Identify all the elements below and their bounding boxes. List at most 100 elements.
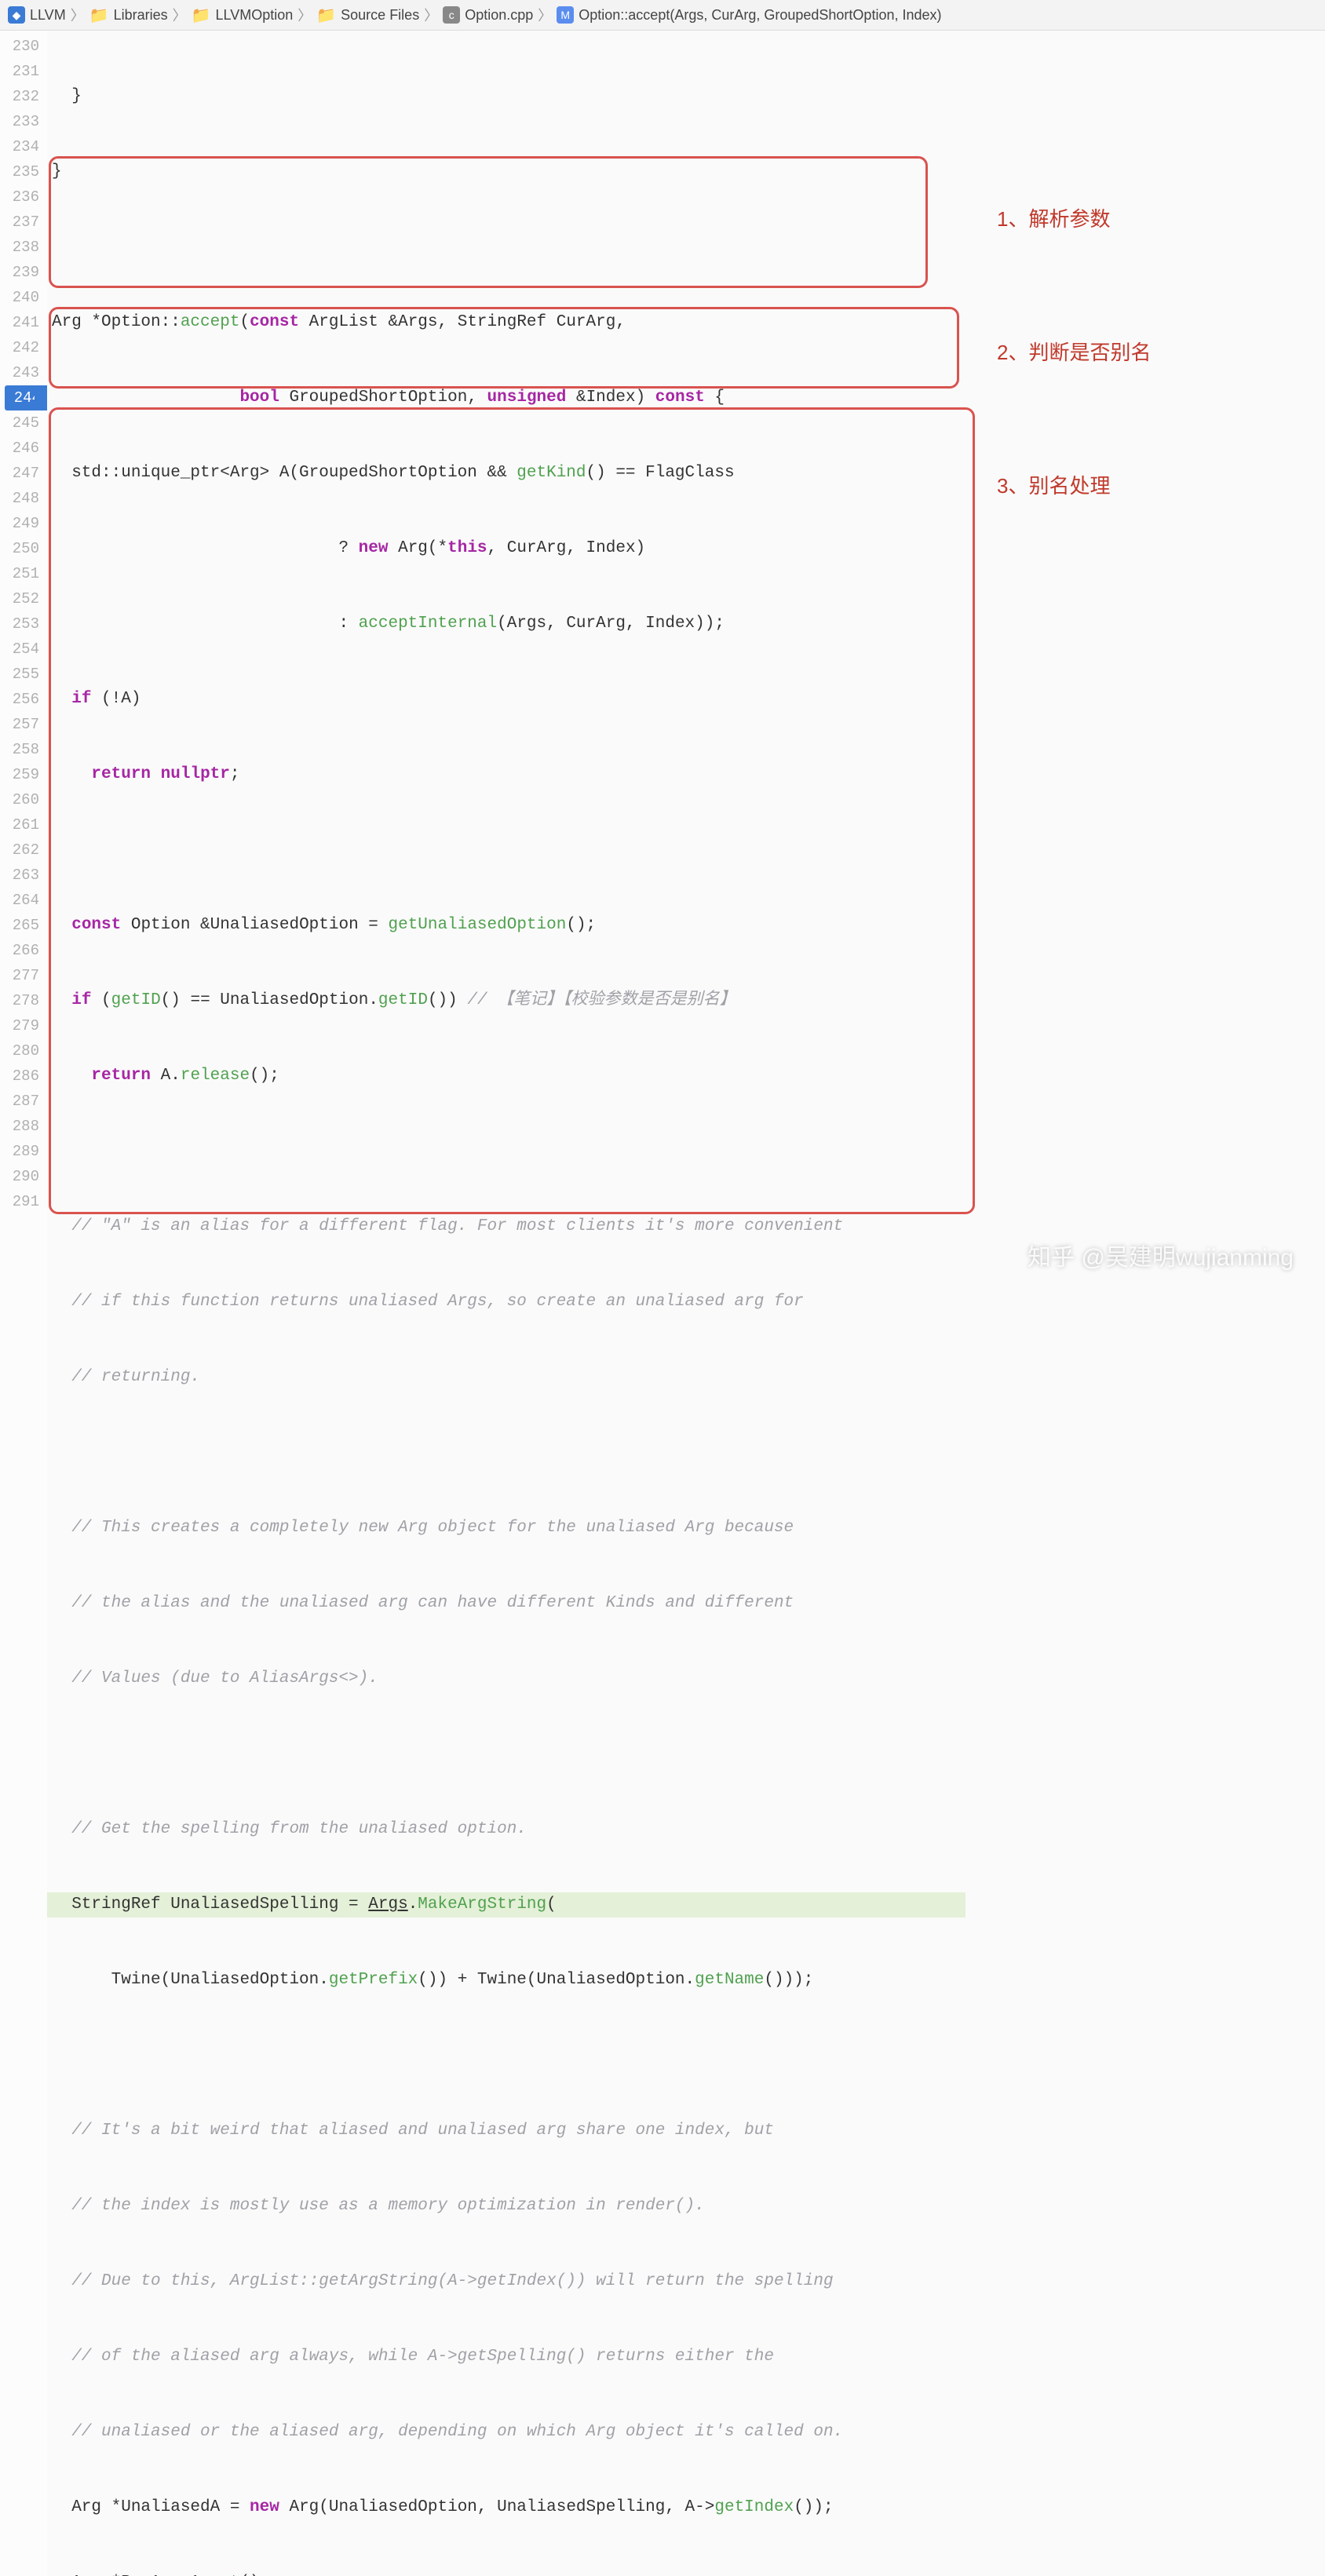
code-line: Arg *UnaliasedA = new Arg(UnaliasedOptio… [47,2495,965,2520]
code-line: const Option &UnaliasedOption = getUnali… [47,913,965,938]
code-line: // of the aliased arg always, while A->g… [47,2344,965,2370]
code-line: Twine(UnaliasedOption.getPrefix()) + Twi… [47,1968,965,1993]
code-editor[interactable]: 2302312322332342352362372382392402412422… [0,31,1325,2576]
annotation-panel: 1、解析参数 2、判断是否别名 3、别名处理 [965,31,1325,2576]
code-line: } [47,84,965,109]
line-number[interactable]: 240 [5,285,39,310]
breadcrumb-label: LLVM [30,7,66,24]
line-number[interactable]: 290 [5,1164,39,1189]
line-number[interactable]: 246 [5,436,39,461]
line-number[interactable]: 250 [5,536,39,561]
code-line: StringRef UnaliasedSpelling = Args.MakeA… [47,1892,965,1917]
code-line: if (!A) [47,687,965,712]
line-number[interactable]: 287 [5,1089,39,1114]
line-number[interactable]: 286 [5,1064,39,1089]
line-number[interactable]: 262 [5,837,39,863]
line-number[interactable]: 289 [5,1139,39,1164]
code-line: // Get the spelling from the unaliased o… [47,1817,965,1842]
line-number[interactable]: 261 [5,812,39,837]
breadcrumb: ◆ LLVM 〉 📁 Libraries 〉 📁 LLVMOption 〉 📁 … [0,0,1325,31]
line-number[interactable]: 236 [5,184,39,210]
line-number[interactable]: 260 [5,787,39,812]
watermark: 知乎 @吴建明wujianming [1028,1238,1294,1272]
line-number[interactable]: 237 [5,210,39,235]
breadcrumb-item-folder[interactable]: 📁 Libraries [89,5,168,25]
breadcrumb-label: LLVMOption [216,7,294,24]
code-line: return A.release(); [47,1064,965,1089]
chevron-right-icon: 〉 [173,5,187,25]
code-line: // Values (due to AliasArgs<>). [47,1666,965,1691]
line-number[interactable]: 291 [5,1189,39,1214]
code-line: // Due to this, ArgList::getArgString(A-… [47,2269,965,2294]
line-number[interactable]: 235 [5,159,39,184]
line-number[interactable]: 255 [5,662,39,687]
annotation-3: 3、别名处理 [997,470,1110,499]
line-number[interactable]: 253 [5,611,39,637]
code-line: std::unique_ptr<Arg> A(GroupedShortOptio… [47,461,965,486]
line-number-gutter[interactable]: 2302312322332342352362372382392402412422… [0,31,47,2576]
line-number[interactable]: 259 [5,762,39,787]
line-number[interactable]: 256 [5,687,39,712]
folder-icon: 📁 [316,5,336,25]
code-line: // unaliased or the aliased arg, dependi… [47,2420,965,2445]
line-number[interactable]: 244 [5,385,47,410]
line-number[interactable]: 243 [5,360,39,385]
line-number[interactable]: 258 [5,737,39,762]
line-number[interactable]: 234 [5,134,39,159]
breadcrumb-item-method[interactable]: M Option::accept(Args, CurArg, GroupedSh… [557,6,941,24]
line-number[interactable]: 264 [5,888,39,913]
code-line: bool GroupedShortOption, unsigned &Index… [47,385,965,410]
line-number[interactable]: 263 [5,863,39,888]
line-number[interactable]: 232 [5,84,39,109]
line-number[interactable]: 247 [5,461,39,486]
code-line: Arg *RawA = A.get(); [47,2571,965,2576]
line-number[interactable]: 233 [5,109,39,134]
line-number[interactable]: 251 [5,561,39,586]
code-line: // returning. [47,1365,965,1390]
folder-icon: 📁 [192,5,211,25]
code-line [47,235,965,260]
line-number[interactable]: 265 [5,913,39,938]
line-number[interactable]: 245 [5,410,39,436]
breadcrumb-item-folder[interactable]: 📁 LLVMOption [192,5,294,25]
breadcrumb-item-file[interactable]: c Option.cpp [443,6,533,24]
breadcrumb-item-project[interactable]: ◆ LLVM [8,6,66,24]
line-number[interactable]: 278 [5,988,39,1013]
line-number[interactable]: 257 [5,712,39,737]
code-line [47,2043,965,2068]
chevron-right-icon: 〉 [71,5,85,25]
code-line [47,1139,965,1164]
chevron-right-icon: 〉 [297,5,312,25]
code-area[interactable]: } } Arg *Option::accept(const ArgList &A… [47,31,965,2576]
breadcrumb-label: Libraries [114,7,168,24]
breadcrumb-label: Option::accept(Args, CurArg, GroupedShor… [579,7,941,24]
line-number[interactable]: 249 [5,511,39,536]
line-number[interactable]: 252 [5,586,39,611]
code-line [47,1742,965,1767]
line-number[interactable]: 288 [5,1114,39,1139]
code-line: if (getID() == UnaliasedOption.getID()) … [47,988,965,1013]
line-number[interactable]: 241 [5,310,39,335]
annotation-1: 1、解析参数 [997,203,1110,232]
breadcrumb-label: Option.cpp [465,7,533,24]
code-line: // the alias and the unaliased arg can h… [47,1591,965,1616]
code-line: // the index is mostly use as a memory o… [47,2194,965,2219]
code-line: : acceptInternal(Args, CurArg, Index)); [47,611,965,637]
line-number[interactable]: 277 [5,963,39,988]
code-line: Arg *Option::accept(const ArgList &Args,… [47,310,965,335]
line-number[interactable]: 231 [5,59,39,84]
code-line: // if this function returns unaliased Ar… [47,1290,965,1315]
line-number[interactable]: 238 [5,235,39,260]
code-line: } [47,159,965,184]
line-number[interactable]: 279 [5,1013,39,1038]
line-number[interactable]: 248 [5,486,39,511]
line-number[interactable]: 254 [5,637,39,662]
breadcrumb-item-folder[interactable]: 📁 Source Files [316,5,419,25]
line-number[interactable]: 280 [5,1038,39,1064]
line-number[interactable]: 266 [5,938,39,963]
line-number[interactable]: 242 [5,335,39,360]
line-number[interactable]: 230 [5,34,39,59]
breadcrumb-label: Source Files [341,7,419,24]
annotation-2: 2、判断是否别名 [997,337,1151,366]
line-number[interactable]: 239 [5,260,39,285]
